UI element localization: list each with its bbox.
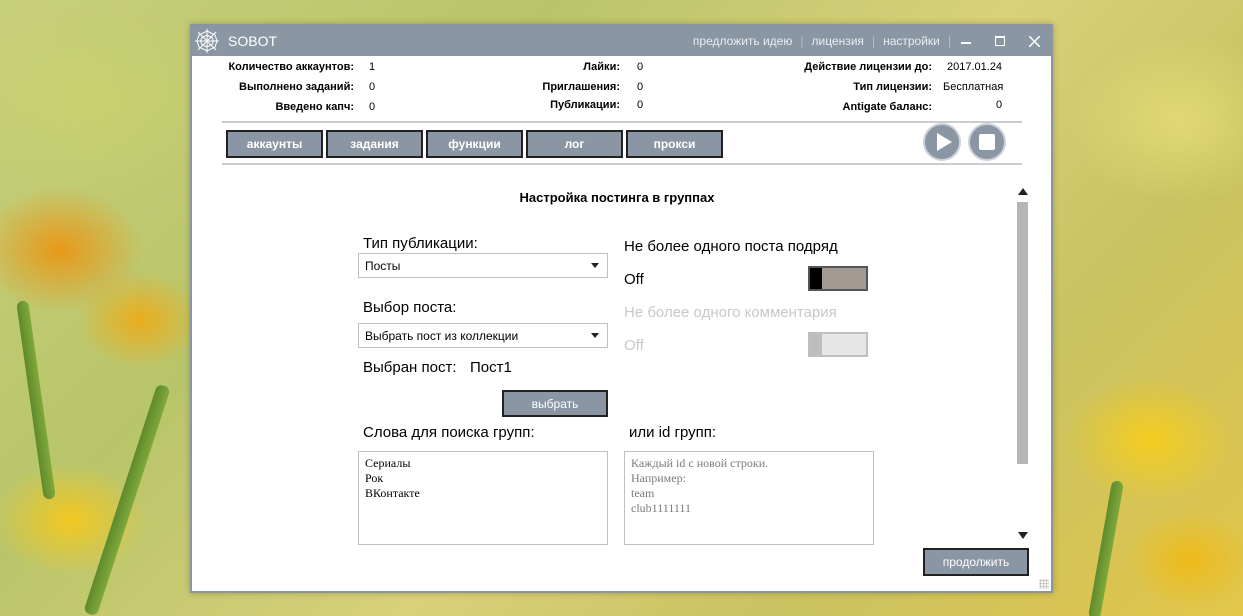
placeholder-line: Каждый id с новой строки. <box>631 456 769 470</box>
publication-type-value: Посты <box>365 259 401 273</box>
post-choice-select[interactable]: Выбрать пост из коллекции <box>358 323 608 348</box>
continue-button[interactable]: продолжить <box>923 548 1029 576</box>
chevron-down-icon <box>591 263 599 268</box>
placeholder-line: club1111111 <box>631 501 691 515</box>
divider <box>222 121 1022 123</box>
antigate-balance-label: Antigate баланс: <box>842 101 933 113</box>
one-post-toggle[interactable] <box>808 266 868 291</box>
group-ids-textarea[interactable]: Каждый id с новой строки. Например: team… <box>624 451 874 545</box>
publication-type-select[interactable]: Посты <box>358 253 608 278</box>
scroll-down-arrow-icon[interactable] <box>1018 532 1028 539</box>
antigate-balance-value: 0 <box>996 99 1003 111</box>
section-title: Настройка постинга в группах <box>519 190 715 205</box>
invites-value: 0 <box>637 81 644 93</box>
minimize-button[interactable] <box>949 26 983 56</box>
stop-button[interactable] <box>968 123 1006 161</box>
choose-post-button[interactable]: выбрать <box>502 390 608 417</box>
group-ids-label: или id групп: <box>629 424 717 441</box>
accounts-tab-button[interactable]: аккаунты <box>226 130 323 158</box>
log-tab-button[interactable]: лог <box>526 130 623 158</box>
search-words-label: Слова для поиска групп: <box>363 424 535 441</box>
close-button[interactable] <box>1017 26 1051 56</box>
tasks-tab-button[interactable]: задания <box>326 130 423 158</box>
likes-label: Лайки: <box>583 61 620 73</box>
tasks-done-label: Выполнено заданий: <box>239 81 354 93</box>
license-until-label: Действие лицензии до: <box>804 61 932 73</box>
placeholder-line: Например: <box>631 471 686 485</box>
title-links: предложить идею | лицензия | настройки | <box>685 34 951 48</box>
one-post-state: Off <box>624 271 644 288</box>
spider-web-icon <box>195 29 219 53</box>
background-stem <box>16 300 56 500</box>
publication-type-label: Тип публикации: <box>363 235 478 252</box>
one-comment-toggle[interactable] <box>808 332 868 357</box>
one-comment-label: Не более одного комментария <box>624 304 837 321</box>
background-stem <box>83 383 171 616</box>
toggle-knob <box>810 334 822 355</box>
placeholder-line: team <box>631 486 655 500</box>
license-link[interactable]: лицензия <box>803 34 871 48</box>
background-stem <box>1087 480 1125 616</box>
search-words-textarea[interactable]: Сериалы Рок ВКонтакте <box>358 451 608 545</box>
play-icon <box>937 133 952 151</box>
minimize-icon <box>961 42 971 44</box>
chevron-down-icon <box>591 333 599 338</box>
accounts-count-value: 1 <box>369 61 376 73</box>
resize-grip-icon[interactable] <box>1039 579 1049 589</box>
divider <box>222 163 1022 165</box>
search-word: Рок <box>365 471 384 485</box>
invites-label: Приглашения: <box>542 81 620 93</box>
search-word: Сериалы <box>365 456 411 470</box>
tasks-done-value: 0 <box>369 81 376 93</box>
likes-value: 0 <box>637 61 644 73</box>
captcha-count-label: Введено капч: <box>275 101 354 113</box>
settings-link[interactable]: настройки <box>875 34 948 48</box>
search-word: ВКонтакте <box>365 486 420 500</box>
license-until-value: 2017.01.24 <box>947 61 1003 73</box>
close-icon <box>1028 35 1040 47</box>
selected-post-label: Выбран пост: <box>363 359 457 376</box>
app-title: SOBOT <box>228 33 278 49</box>
title-bar[interactable]: SOBOT предложить идею | лицензия | настр… <box>192 26 1051 56</box>
app-window: SOBOT предложить идею | лицензия | настр… <box>190 24 1053 593</box>
functions-tab-button[interactable]: функции <box>426 130 523 158</box>
scroll-up-arrow-icon[interactable] <box>1018 188 1028 195</box>
post-choice-value: Выбрать пост из коллекции <box>365 329 519 343</box>
play-button[interactable] <box>923 123 961 161</box>
stop-icon <box>979 134 995 150</box>
suggest-idea-link[interactable]: предложить идею <box>685 34 800 48</box>
selected-post-value: Пост1 <box>470 359 512 376</box>
post-choice-label: Выбор поста: <box>363 299 457 316</box>
maximize-button[interactable] <box>983 26 1017 56</box>
license-type-label: Тип лицензии: <box>853 81 932 93</box>
proxy-tab-button[interactable]: прокси <box>626 130 723 158</box>
one-comment-state: Off <box>624 337 644 354</box>
scrollbar-thumb[interactable] <box>1017 202 1028 464</box>
one-post-label: Не более одного поста подряд <box>624 238 838 255</box>
posts-value: 0 <box>637 99 644 111</box>
license-type-value: Бесплатная <box>943 81 1004 93</box>
maximize-icon <box>995 36 1005 46</box>
posts-label: Публикации: <box>550 99 620 111</box>
captcha-count-value: 0 <box>369 101 376 113</box>
toggle-knob <box>810 268 822 289</box>
accounts-count-label: Количество аккаунтов: <box>228 61 354 73</box>
